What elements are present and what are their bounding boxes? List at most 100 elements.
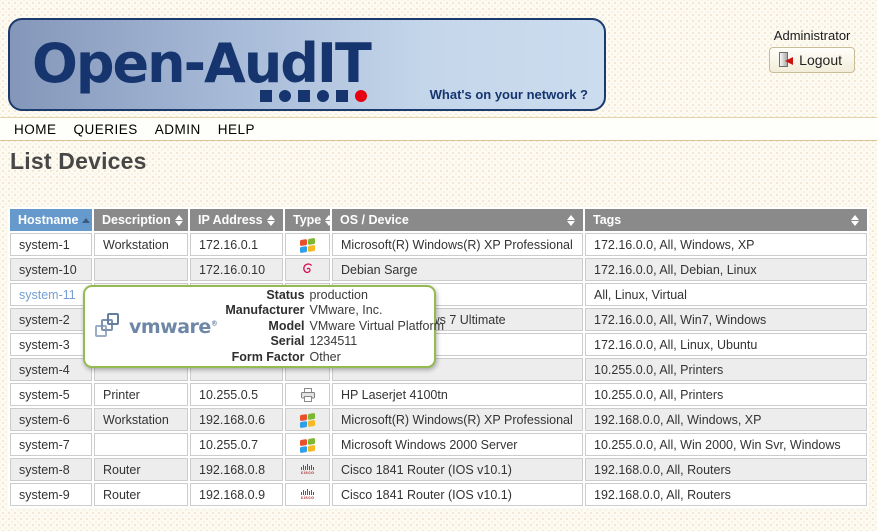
type-cell (285, 433, 330, 456)
table-row: system-8Router192.168.0.8ciscoCisco 1841… (10, 458, 867, 481)
windows-icon (300, 238, 315, 253)
circle-icon (279, 90, 291, 102)
logo-decoration (260, 90, 367, 102)
debian-icon (301, 262, 314, 277)
tags-cell: 10.255.0.0, All, Printers (585, 383, 867, 406)
column-label: OS / Device (340, 213, 409, 227)
tags-cell: 10.255.0.0, All, Printers (585, 358, 867, 381)
logout-label: Logout (799, 52, 842, 68)
account-area: Administrator Logout (769, 28, 855, 73)
main-nav: HOME QUERIES ADMIN HELP (0, 117, 877, 141)
tooltip-field-label: Status (225, 288, 304, 304)
hostname-cell[interactable]: system-1 (10, 233, 92, 256)
logged-in-user: Administrator (774, 28, 851, 43)
os-cell: Microsoft Windows 2000 Server (332, 433, 583, 456)
windows-icon (300, 413, 315, 428)
tags-cell: 172.16.0.0, All, Win7, Windows (585, 308, 867, 331)
tooltip-fields: Status production Manufacturer VMware, Inc.… (225, 288, 444, 366)
hostname-cell[interactable]: system-3 (10, 333, 92, 356)
printer-icon (300, 388, 316, 402)
sort-icon (267, 215, 275, 226)
tooltip-field-value: VMware, Inc. (310, 303, 445, 319)
type-cell (285, 258, 330, 281)
hostname-cell[interactable]: system-10 (10, 258, 92, 281)
hostname-cell[interactable]: system-9 (10, 483, 92, 506)
tooltip-field-label: Form Factor (225, 350, 304, 366)
tooltip-field-label: Model (225, 319, 304, 335)
ip-cell: 10.255.0.7 (190, 433, 283, 456)
hostname-cell[interactable]: system-4 (10, 358, 92, 381)
description-cell: Printer (94, 383, 188, 406)
table-row: system-1Workstation172.16.0.1 Microsoft(R… (10, 233, 867, 256)
nav-item-home[interactable]: HOME (14, 122, 57, 137)
nav-item-queries[interactable]: QUERIES (74, 122, 138, 137)
description-cell: Workstation (94, 408, 188, 431)
sort-icon (82, 218, 90, 223)
vmware-logo: vmware® (95, 313, 217, 341)
logo-banner: Open-AudIT What's on your network ? (8, 18, 606, 111)
type-cell (285, 408, 330, 431)
hostname-cell[interactable]: system-2 (10, 308, 92, 331)
os-cell: Debian Sarge (332, 258, 583, 281)
tags-cell: 192.168.0.0, All, Routers (585, 483, 867, 506)
os-cell: HP Laserjet 4100tn (332, 383, 583, 406)
os-cell: Cisco 1841 Router (IOS v10.1) (332, 458, 583, 481)
column-header-type[interactable]: Type (285, 209, 330, 231)
red-circle-icon (355, 90, 367, 102)
tags-cell: 10.255.0.0, All, Win 2000, Win Svr, Wind… (585, 433, 867, 456)
page-title: List Devices (10, 148, 147, 175)
table-row: system-6Workstation192.168.0.6Microsoft(… (10, 408, 867, 431)
logout-button[interactable]: Logout (769, 47, 855, 73)
type-cell: cisco (285, 483, 330, 506)
tooltip-field-value: Other (310, 350, 445, 366)
vmware-boxes-icon (95, 313, 123, 341)
column-header-hostname[interactable]: Hostname (10, 209, 92, 231)
sort-icon (325, 215, 330, 226)
hostname-cell[interactable]: system-7 (10, 433, 92, 456)
vmware-wordmark: vmware® (129, 316, 217, 338)
tags-cell: 172.16.0.0, All, Windows, XP (585, 233, 867, 256)
nav-item-help[interactable]: HELP (218, 122, 255, 137)
os-cell: Microsoft(R) Windows(R) XP Professional (332, 233, 583, 256)
tooltip-field-label: Manufacturer (225, 303, 304, 319)
nav-item-admin[interactable]: ADMIN (155, 122, 201, 137)
hostname-cell[interactable]: system-11 (10, 283, 92, 306)
table-row: system-10 172.16.0.10 Debian Sarge172.16.0… (10, 258, 867, 281)
hostname-cell[interactable]: system-5 (10, 383, 92, 406)
device-detail-tooltip: vmware® StatusproductionManufacturerVMwa… (83, 285, 436, 368)
description-cell: Router (94, 458, 188, 481)
description-cell (94, 433, 188, 456)
ip-cell: 192.168.0.6 (190, 408, 283, 431)
sort-icon (175, 215, 183, 226)
device-table-body: system-1Workstation172.16.0.1Microsoft(R… (10, 233, 867, 506)
ip-cell: 172.16.0.10 (190, 258, 283, 281)
tags-cell: 172.16.0.0, All, Debian, Linux (585, 258, 867, 281)
os-cell: Cisco 1841 Router (IOS v10.1) (332, 483, 583, 506)
ip-cell: 172.16.0.1 (190, 233, 283, 256)
type-cell (285, 233, 330, 256)
hostname-cell[interactable]: system-6 (10, 408, 92, 431)
column-header-tags[interactable]: Tags (585, 209, 867, 231)
column-label: Hostname (18, 213, 78, 227)
tooltip-field-value: production (310, 288, 445, 304)
table-row: system-5Printer10.255.0.5HP Laserjet 410… (10, 383, 867, 406)
square-icon (336, 90, 348, 102)
registered-mark: ® (211, 319, 218, 327)
ip-cell: 192.168.0.9 (190, 483, 283, 506)
type-cell: cisco (285, 458, 330, 481)
description-cell: Workstation (94, 233, 188, 256)
cisco-icon: cisco (301, 489, 315, 501)
column-header-ip-address[interactable]: IP Address (190, 209, 283, 231)
square-icon (260, 90, 272, 102)
column-header-description[interactable]: Description (94, 209, 188, 231)
column-label: Type (293, 213, 321, 227)
table-row: system-9Router192.168.0.9ciscoCisco 1841… (10, 483, 867, 506)
column-label: Description (102, 213, 171, 227)
description-cell (94, 258, 188, 281)
hostname-cell[interactable]: system-8 (10, 458, 92, 481)
tags-cell: 192.168.0.0, All, Windows, XP (585, 408, 867, 431)
column-header-os-device[interactable]: OS / Device (332, 209, 583, 231)
tooltip-field-value: VMware Virtual Platform (310, 319, 445, 335)
cisco-icon: cisco (301, 464, 315, 476)
tags-cell: All, Linux, Virtual (585, 283, 867, 306)
